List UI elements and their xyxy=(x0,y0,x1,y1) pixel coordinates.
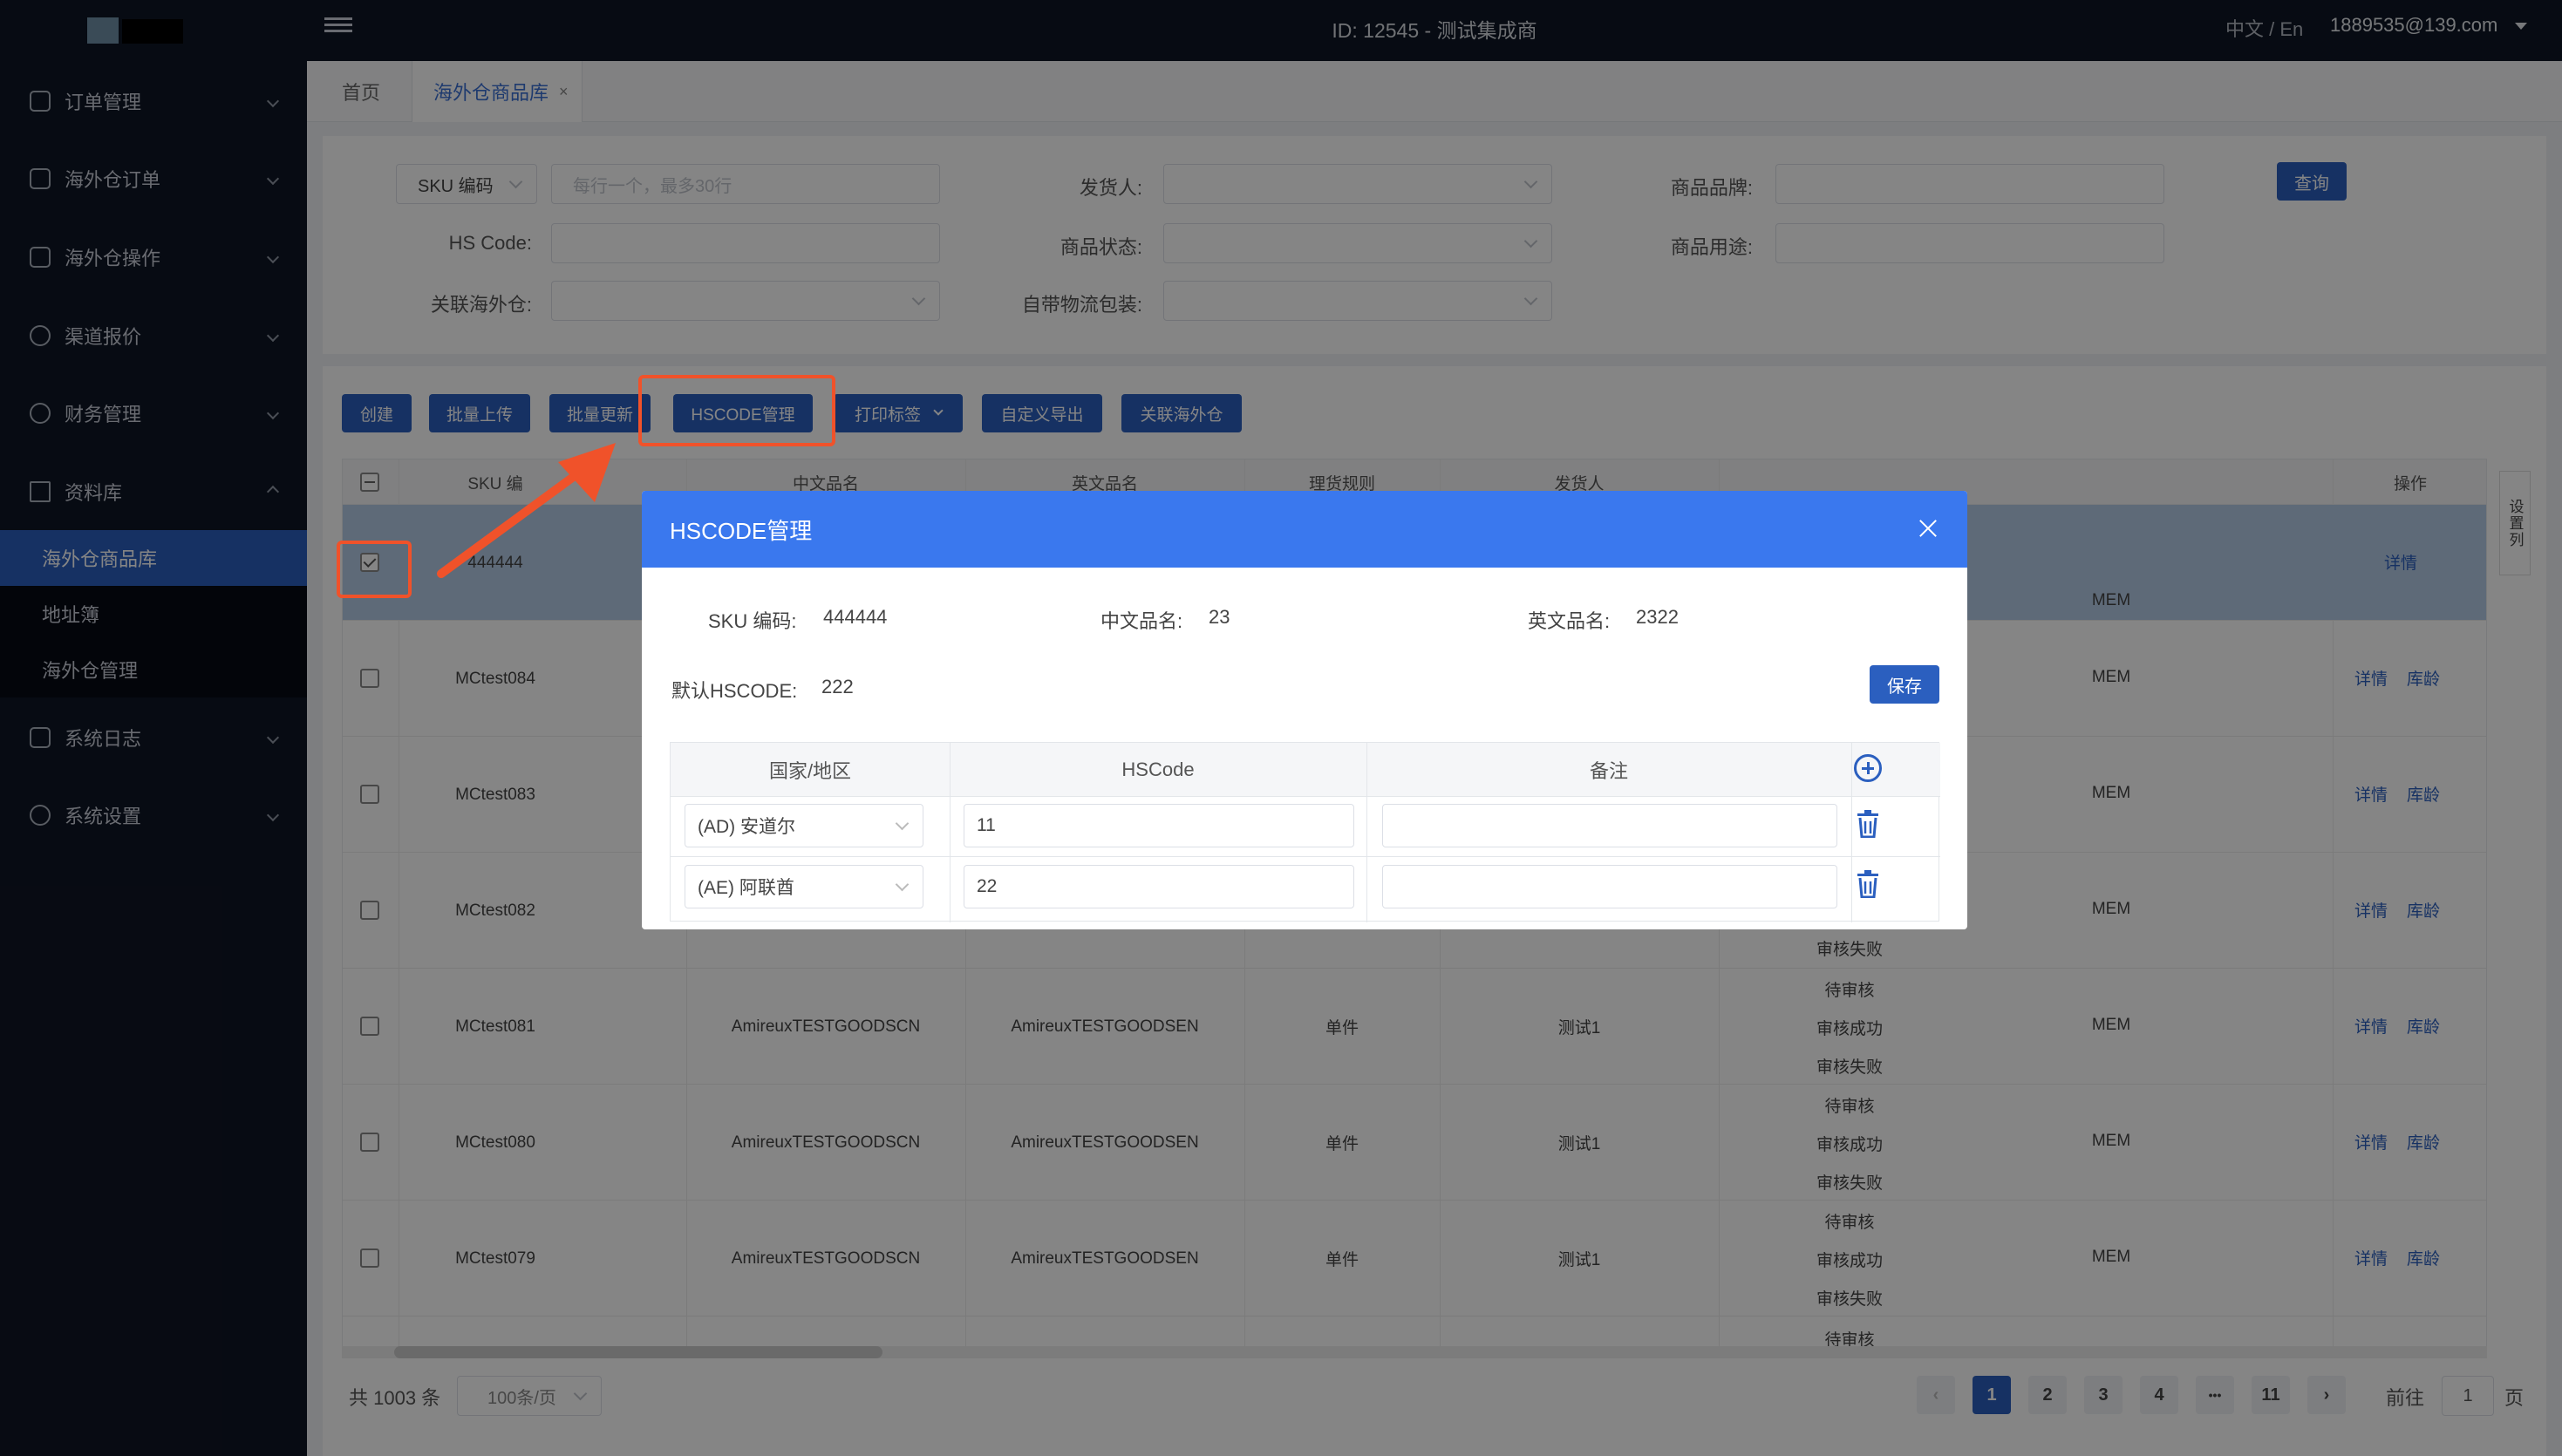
modal-en-value: 2322 xyxy=(1636,606,1679,628)
modal-title: HSCODE管理 xyxy=(670,517,813,544)
col-country: 国家/地区 xyxy=(671,743,950,797)
col-note: 备注 xyxy=(1366,743,1851,797)
delete-row-icon[interactable] xyxy=(1856,810,1880,838)
modal-header: HSCODE管理 xyxy=(642,491,1967,568)
annotation-arrow-icon xyxy=(437,443,616,578)
hscode-button-highlight xyxy=(638,375,835,446)
modal-sku-value: 444444 xyxy=(823,606,888,628)
country-select[interactable]: (AD) 安道尔 xyxy=(685,804,923,847)
modal-default-hscode-label: 默认HSCODE: xyxy=(671,680,798,702)
hscode-input[interactable]: 11 xyxy=(964,804,1354,847)
hscode-input[interactable]: 22 xyxy=(964,865,1354,908)
modal-cn-value: 23 xyxy=(1209,606,1230,628)
col-hscode: HSCode xyxy=(950,743,1366,797)
modal-en-label: 英文品名: xyxy=(1528,610,1611,632)
note-input[interactable] xyxy=(1382,865,1837,908)
checkbox-highlight xyxy=(337,541,412,598)
delete-row-icon[interactable] xyxy=(1856,870,1880,898)
hscode-modal: HSCODE管理 SKU 编码: 444444 中文品名: 23 英文品名: 2… xyxy=(642,491,1967,929)
country-select-value: (AD) 安道尔 xyxy=(698,817,795,837)
country-select-value: (AE) 阿联酋 xyxy=(698,878,794,898)
modal-cn-label: 中文品名: xyxy=(1100,610,1183,632)
hscode-table: 国家/地区 HSCode 备注 (AD) 安道尔 11 (AE) 阿联酋 22 xyxy=(670,742,1940,922)
hscode-input-value: 22 xyxy=(977,876,998,896)
note-input[interactable] xyxy=(1382,804,1837,847)
modal-sku-label: SKU 编码: xyxy=(708,610,797,632)
close-icon[interactable] xyxy=(1918,519,1938,538)
save-button[interactable]: 保存 xyxy=(1870,665,1939,704)
country-select[interactable]: (AE) 阿联酋 xyxy=(685,865,923,908)
add-row-icon[interactable] xyxy=(1854,754,1882,782)
hscode-input-value: 11 xyxy=(977,815,996,835)
modal-default-hscode-value: 222 xyxy=(821,676,854,697)
